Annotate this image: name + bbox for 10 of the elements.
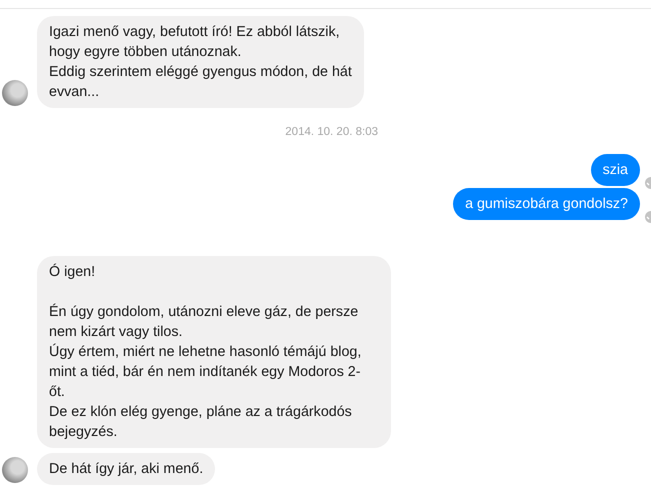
- message-bubble: a gumiszobára gondolsz?: [453, 188, 640, 220]
- message-bubble: Ó igen! Én úgy gondolom, utánozni eleve gáz, de persze nem kizárt vagy tilos. Úgy értem, miért ne lehetne hasonló témájú blog, mint a tiéd, bár én nem indítanék egy Modoros 2- őt. De ez klón elég gyenge, pláne az a trágárkodós bejegyzés.: [37, 256, 391, 448]
- message-bubble: szia: [590, 154, 640, 186]
- message-bubble: De hát így jár, aki menő.: [37, 453, 216, 485]
- avatar: [2, 80, 28, 106]
- avatar: [2, 457, 28, 483]
- timestamp: 2014. 10. 20. 8:03: [284, 125, 378, 140]
- message-bubble: Igazi menő vagy, befutott író! Ez abból látszik, hogy egyre többen utánoznak. Eddig szerintem eléggé gyengus módon, de hát evvan...: [37, 16, 364, 108]
- read-receipt-icon: [645, 177, 651, 189]
- read-receipt-icon: [645, 211, 651, 223]
